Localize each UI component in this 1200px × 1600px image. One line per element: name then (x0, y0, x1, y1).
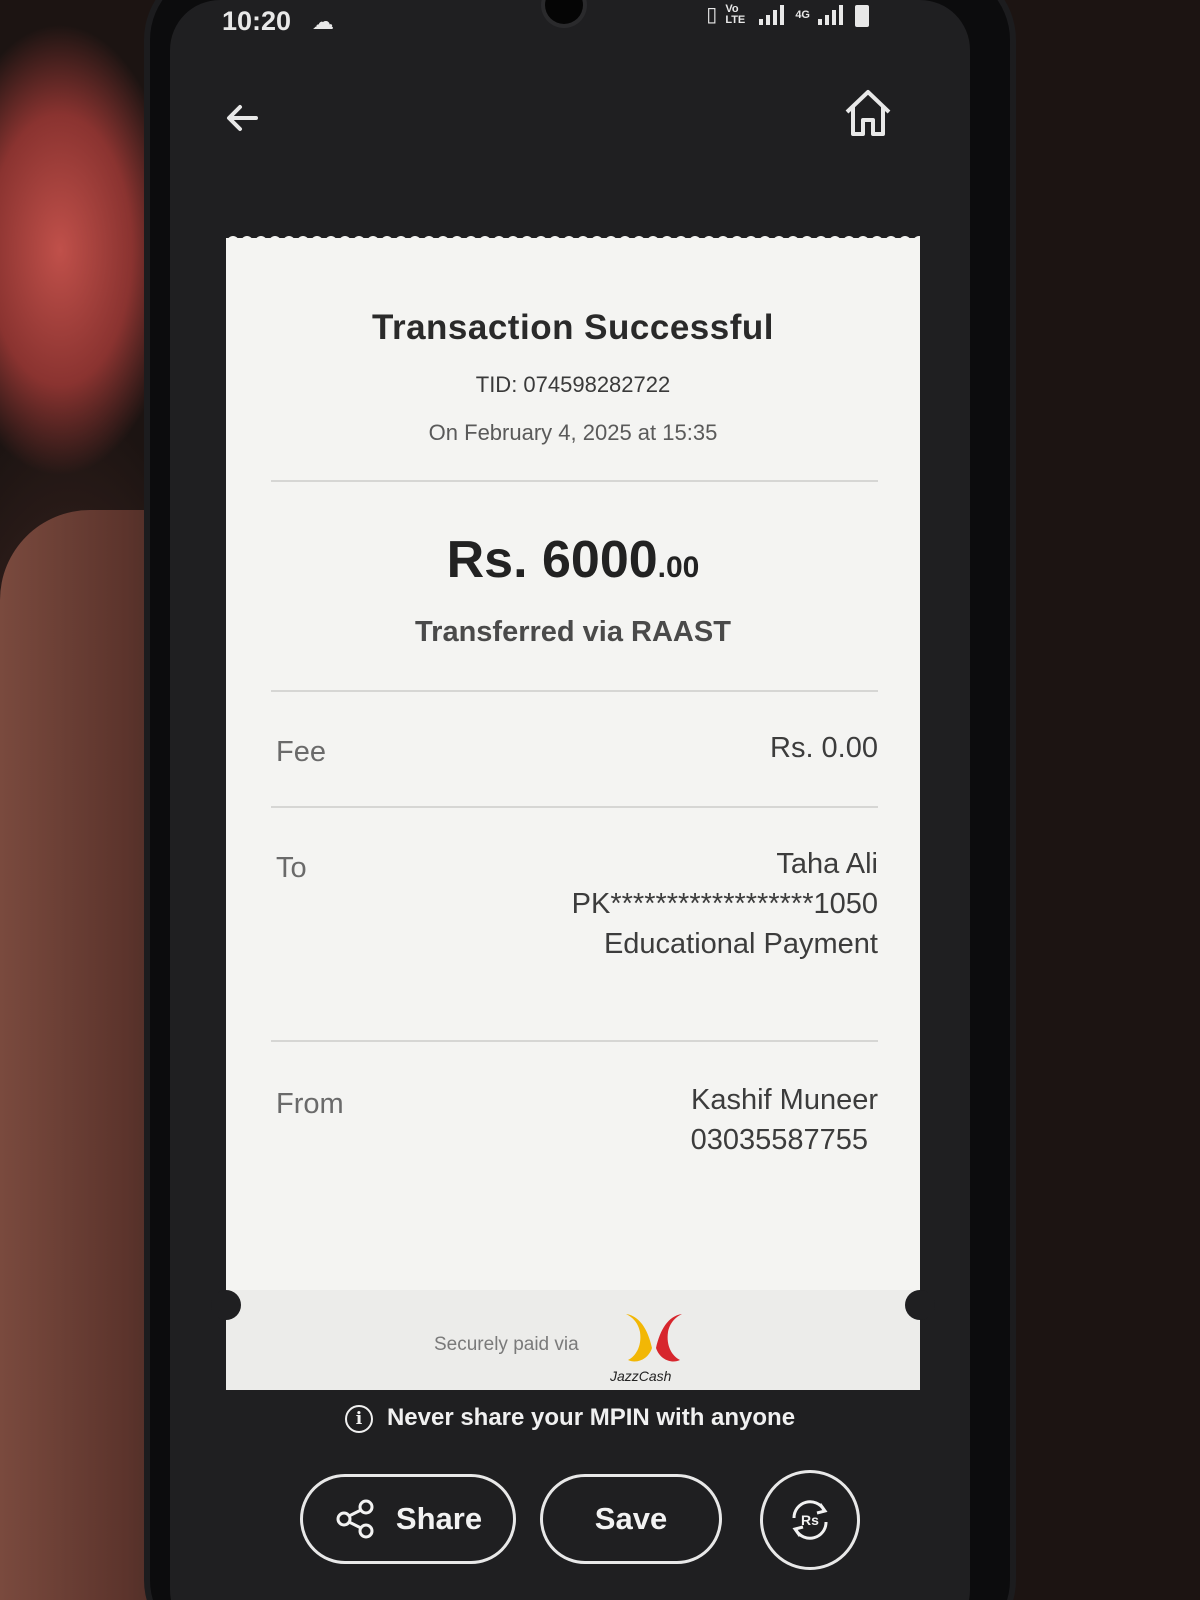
home-icon[interactable] (841, 86, 895, 140)
payment-purpose: Educational Payment (603, 928, 878, 960)
from-label: From (276, 1088, 344, 1120)
volte-label: Vo LTE (725, 2, 746, 26)
recipient-name: Taha Ali (776, 848, 878, 880)
info-icon: i (344, 1404, 373, 1433)
signal-icon (759, 4, 785, 25)
transaction-id: TID: 074598282722 (475, 372, 671, 397)
vibrate-icon: ▯ (706, 4, 718, 26)
photo-scene: 10:20 ☁ ▯ Vo LTE 4G Transaction Successf… (0, 0, 1200, 1600)
to-label: To (276, 852, 307, 884)
receipt-serrated-edge (226, 228, 920, 242)
status-icons: ▯ Vo LTE 4G (706, 2, 870, 27)
transaction-receipt: Transaction Successful TID: 074598282722… (211, 228, 935, 1390)
divider (271, 806, 878, 808)
arrow-left-icon[interactable] (222, 98, 262, 138)
security-warning: i Never share your MPIN with anyone (170, 1404, 970, 1433)
recipient-account: PK******************1050 (571, 888, 878, 920)
save-label: Save (594, 1501, 668, 1536)
fee-label: Fee (276, 736, 326, 768)
save-button[interactable]: Save (540, 1474, 722, 1564)
amount: Rs. 6000.00 (226, 530, 920, 590)
repeat-payment-button[interactable]: Rs (760, 1470, 860, 1570)
warning-text: Never share your MPIN with anyone (386, 1404, 796, 1431)
jazzcash-logo (626, 1314, 682, 1362)
phone-device: 10:20 ☁ ▯ Vo LTE 4G Transaction Successf… (150, 0, 1010, 1600)
receipt-title: Transaction Successful (372, 308, 774, 347)
divider (271, 1040, 878, 1042)
secure-payment-text: Securely paid via (434, 1334, 579, 1355)
front-camera (545, 0, 583, 24)
phone-screen: 10:20 ☁ ▯ Vo LTE 4G Transaction Successf… (170, 0, 970, 1600)
share-label: Share (395, 1501, 483, 1536)
recipient-details: Taha Ali PK******************1050 Educat… (572, 844, 878, 964)
transaction-date: On February 4, 2025 at 15:35 (428, 420, 718, 445)
fee-value: Rs. 0.00 (770, 728, 878, 768)
receipt-notch-left (211, 1290, 241, 1320)
signal-icon-2 (818, 4, 843, 25)
repeat-payment-icon: Rs (792, 1500, 828, 1540)
share-button[interactable]: Share (300, 1474, 516, 1564)
battery-icon (855, 4, 869, 27)
jazzcash-wordmark: JazzCash (610, 1368, 672, 1384)
status-bar: 10:20 ☁ ▯ Vo LTE 4G (170, 0, 970, 40)
fee-amount: Rs. 0.00 (770, 732, 878, 764)
network-4g-label: 4G (795, 8, 810, 21)
repeat-rs-label: Rs (801, 1512, 819, 1528)
sender-name: Kashif Muneer (691, 1084, 878, 1116)
share-icon (336, 1499, 374, 1539)
sender-details: Kashif Muneer 03035587755 (691, 1080, 878, 1160)
amount-main: Rs. 6000 (446, 531, 658, 589)
status-time: 10:20 (222, 6, 292, 36)
divider (271, 480, 878, 482)
receipt-notch-right (905, 1290, 935, 1320)
transfer-method: Transferred via RAAST (415, 616, 731, 648)
cloud-icon: ☁ (312, 9, 334, 34)
sender-number: 03035587755 (690, 1124, 868, 1156)
divider (271, 690, 878, 692)
amount-cents: .00 (657, 551, 700, 584)
